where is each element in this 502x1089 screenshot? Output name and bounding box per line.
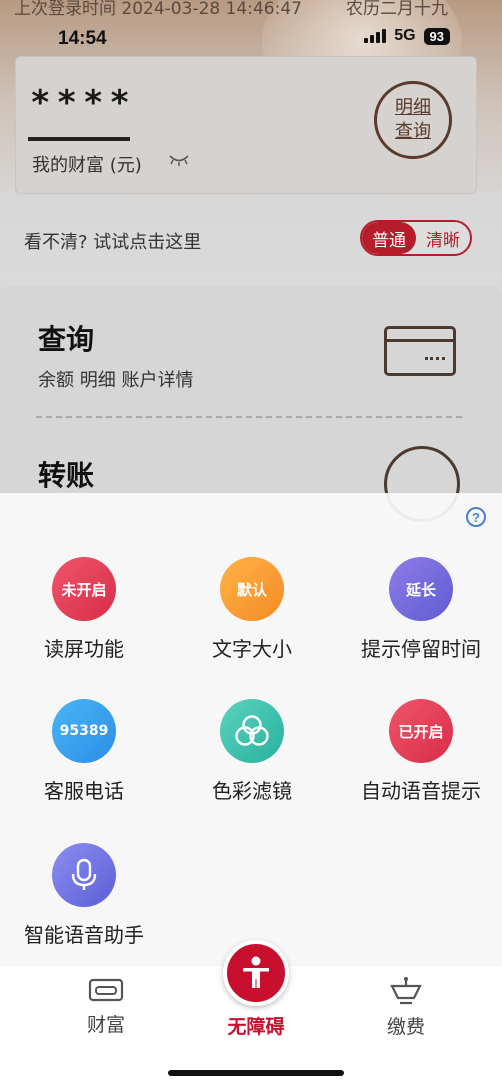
tab-payment-label: 缴费 xyxy=(386,1016,425,1038)
wealth-card: **** 我的财富 (元) 明细 查询 xyxy=(15,56,477,194)
battery-icon: 93 xyxy=(423,27,450,45)
bank-card-icon xyxy=(384,326,456,376)
display-mode-toggle[interactable]: 普通 清晰 xyxy=(360,220,472,256)
payment-icon xyxy=(390,977,422,1005)
prompt-duration-badge: 延长 xyxy=(389,557,453,621)
service-hotline-label: 客服电话 xyxy=(44,779,124,803)
lunar-date: 农历二月十九 xyxy=(346,0,448,19)
wallet-icon xyxy=(88,978,124,1002)
color-filter-label: 色彩滤镜 xyxy=(212,779,292,803)
status-indicators: 5G 93 xyxy=(364,27,450,45)
unclear-prompt: 看不清? 试试点击这里 xyxy=(24,232,202,253)
home-indicator xyxy=(168,1070,344,1076)
menu-item-transfer-title[interactable]: 转账 xyxy=(38,454,94,494)
divider xyxy=(36,416,462,418)
status-time: 14:54 xyxy=(58,28,107,49)
amount-underline xyxy=(28,137,130,141)
prompt-duration-label: 提示停留时间 xyxy=(361,637,481,661)
feature-auto-voice[interactable]: 已开启 自动语音提示 xyxy=(341,699,501,804)
feature-text-size[interactable]: 默认 文字大小 xyxy=(172,557,332,662)
accessibility-person-icon xyxy=(243,956,269,988)
mode-clear-option[interactable]: 清晰 xyxy=(416,222,470,254)
menu-item-query-title[interactable]: 查询 xyxy=(38,318,94,358)
feature-screen-reader[interactable]: 未开启 读屏功能 xyxy=(4,557,164,662)
last-login-time: 上次登录时间 2024-03-28 14:46:47 xyxy=(14,0,302,19)
feature-prompt-duration[interactable]: 延长 提示停留时间 xyxy=(341,557,501,662)
voice-assistant-label: 智能语音助手 xyxy=(24,923,144,947)
text-size-label: 文字大小 xyxy=(212,637,292,661)
detail-query-button[interactable]: 明细 查询 xyxy=(374,81,452,159)
screen-reader-badge: 未开启 xyxy=(52,557,116,621)
auto-voice-badge: 已开启 xyxy=(389,699,453,763)
network-type: 5G xyxy=(394,27,416,44)
detail-button-line1: 明细 xyxy=(395,97,431,118)
feature-service-hotline[interactable]: 95389 客服电话 xyxy=(4,699,164,804)
feature-voice-assistant[interactable]: 智能语音助手 xyxy=(4,843,164,948)
wealth-label: 我的财富 (元) xyxy=(32,155,142,176)
eye-closed-icon[interactable] xyxy=(168,153,190,167)
microphone-icon xyxy=(52,843,116,907)
accessibility-panel: ? 未开启 读屏功能 默认 文字大小 延长 提示停留时间 95389 客服电话 … xyxy=(0,493,502,968)
signal-icon xyxy=(364,29,387,43)
help-icon[interactable]: ? xyxy=(466,507,486,527)
service-hotline-badge: 95389 xyxy=(52,699,116,763)
accessibility-tab-button[interactable] xyxy=(223,940,289,1006)
auto-voice-label: 自动语音提示 xyxy=(361,779,481,803)
tab-accessibility-label[interactable]: 无障碍 xyxy=(206,1012,306,1039)
menu-item-query-subtitle: 余额 明细 账户详情 xyxy=(38,370,194,391)
screen-reader-label: 读屏功能 xyxy=(44,637,124,661)
tab-wealth[interactable]: 财富 xyxy=(56,976,156,1037)
detail-button-line2: 查询 xyxy=(395,121,431,142)
feature-color-filter[interactable]: 色彩滤镜 xyxy=(172,699,332,804)
masked-amount: **** xyxy=(30,83,136,123)
color-filter-icon xyxy=(220,699,284,763)
mode-normal-option[interactable]: 普通 xyxy=(362,222,416,254)
tab-wealth-label: 财富 xyxy=(86,1014,125,1036)
tab-payment[interactable]: 缴费 xyxy=(356,976,456,1039)
text-size-badge: 默认 xyxy=(220,557,284,621)
